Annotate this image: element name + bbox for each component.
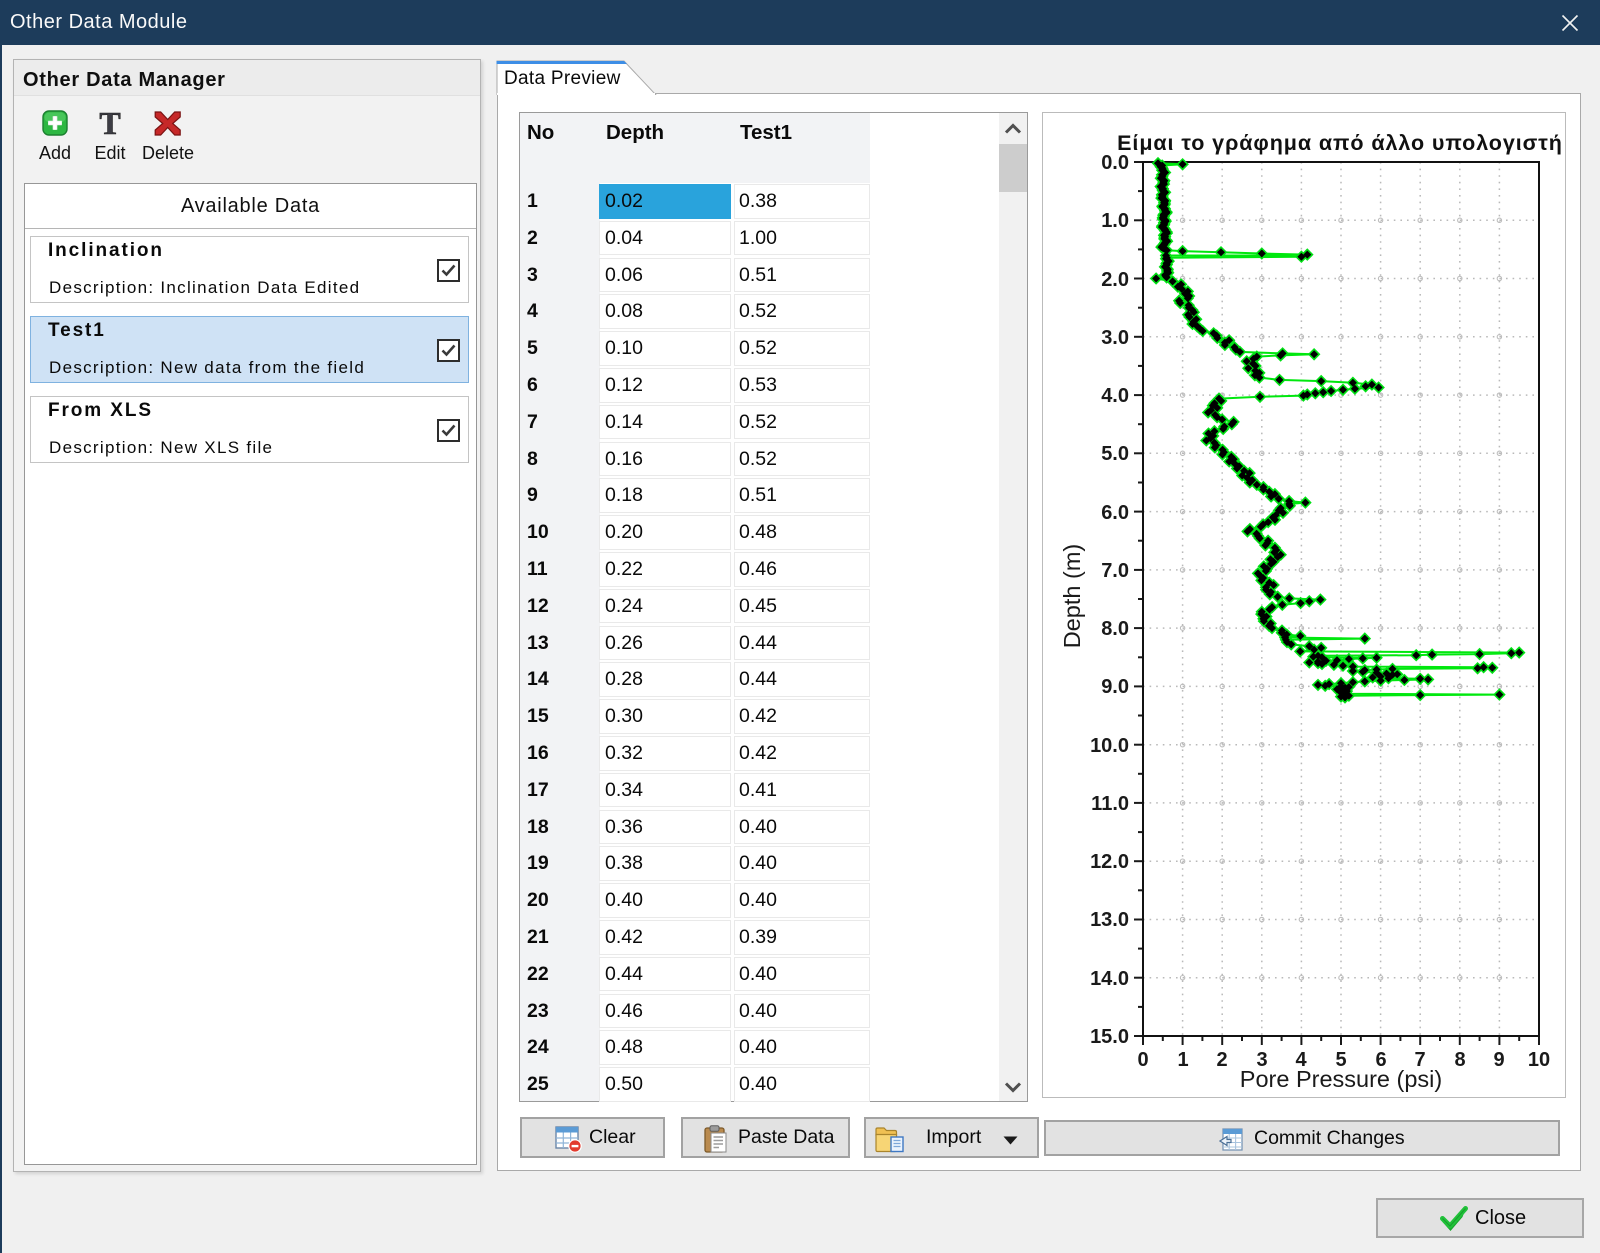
svg-text:0: 0	[1137, 1049, 1148, 1071]
svg-text:5.0: 5.0	[1101, 443, 1129, 465]
svg-text:10.0: 10.0	[1090, 735, 1129, 757]
svg-text:3.0: 3.0	[1101, 327, 1129, 349]
svg-text:7.0: 7.0	[1101, 560, 1129, 582]
svg-text:8.0: 8.0	[1101, 618, 1129, 640]
svg-text:11.0: 11.0	[1091, 793, 1129, 815]
svg-text:13.0: 13.0	[1090, 909, 1129, 931]
svg-text:15.0: 15.0	[1090, 1026, 1129, 1048]
svg-text:8: 8	[1454, 1049, 1465, 1071]
svg-text:Pore Pressure (psi): Pore Pressure (psi)	[1240, 1066, 1442, 1092]
svg-text:9: 9	[1493, 1049, 1504, 1071]
svg-text:2: 2	[1216, 1049, 1227, 1071]
svg-text:1: 1	[1177, 1049, 1188, 1071]
svg-text:1.0: 1.0	[1101, 210, 1129, 232]
svg-text:0.0: 0.0	[1101, 152, 1129, 174]
svg-text:10: 10	[1528, 1049, 1550, 1071]
svg-text:Είμαι το γράφημα από άλλο υπολ: Είμαι το γράφημα από άλλο υπολογιστή	[1117, 131, 1563, 155]
svg-text:12.0: 12.0	[1090, 851, 1129, 873]
svg-text:14.0: 14.0	[1090, 968, 1129, 990]
svg-text:Depth (m): Depth (m)	[1059, 544, 1085, 648]
svg-text:T: T	[99, 109, 120, 137]
svg-text:2.0: 2.0	[1101, 269, 1129, 291]
svg-text:4.0: 4.0	[1101, 385, 1129, 407]
svg-text:6.0: 6.0	[1101, 502, 1129, 524]
svg-text:9.0: 9.0	[1101, 676, 1129, 698]
